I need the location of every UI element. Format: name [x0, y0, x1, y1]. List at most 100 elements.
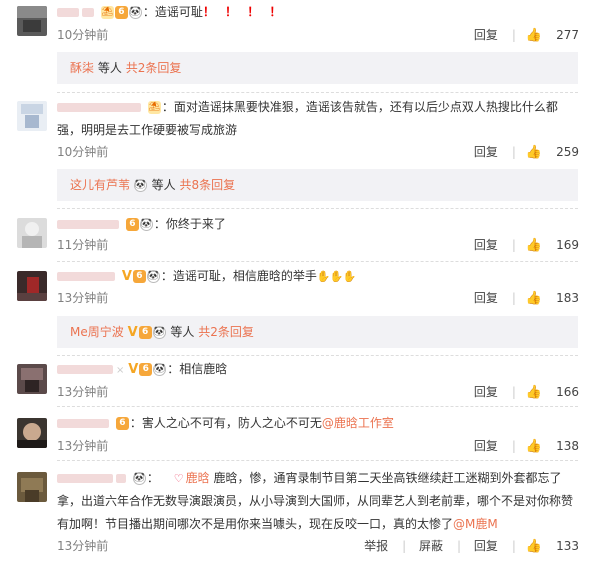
diamond-icon: ♡ — [173, 472, 184, 485]
divider — [57, 355, 578, 356]
vip-icon: 6 — [139, 363, 153, 376]
reply-button[interactable]: 回复 — [474, 238, 498, 252]
vip-icon: 6 — [115, 417, 129, 430]
raise-hand-emoji-icon: ✋ — [342, 270, 357, 283]
timestamp: 13分钟前 — [57, 439, 109, 453]
avatar[interactable] — [17, 6, 47, 36]
vip-icon: 6 — [132, 270, 146, 283]
like-icon[interactable]: 👍 — [526, 385, 542, 401]
username-extra[interactable] — [82, 8, 94, 17]
avatar[interactable] — [17, 218, 47, 248]
like-icon[interactable]: 👍 — [526, 145, 542, 161]
timestamp: 11分钟前 — [57, 238, 109, 252]
panda-icon: 🐼 — [152, 326, 166, 339]
divider: | — [511, 439, 516, 453]
comment-text: 害人之心不可有，防人之心不可无 — [141, 416, 322, 430]
reply-button[interactable]: 回复 — [474, 385, 498, 399]
like-icon[interactable]: 👍 — [526, 28, 542, 44]
reply-button[interactable]: 回复 — [474, 28, 498, 42]
username-extra[interactable] — [116, 474, 126, 483]
username[interactable] — [57, 220, 119, 229]
report-button[interactable]: 举报 — [364, 539, 388, 553]
username[interactable] — [57, 365, 113, 374]
vip-icon: 6 — [138, 326, 152, 339]
raise-hand-emoji-icon: ✋ — [316, 270, 331, 283]
sub-reply-user[interactable]: 酥柒 — [70, 61, 94, 75]
like-count: 138 — [556, 439, 579, 453]
avatar[interactable] — [17, 101, 47, 131]
username[interactable] — [57, 272, 115, 281]
divider: | — [511, 539, 516, 553]
like-count: 259 — [556, 145, 579, 159]
comment-text: 造谣可耻，相信鹿晗的举手 — [172, 269, 317, 283]
panda-icon: 🐼 — [133, 179, 147, 192]
reply-button[interactable]: 回复 — [474, 439, 498, 453]
timestamp: 13分钟前 — [57, 291, 109, 305]
mention-link[interactable]: @鹿晗工作室 — [322, 416, 394, 430]
like-icon[interactable]: 👍 — [526, 539, 542, 555]
panda-icon: 🐼 — [132, 472, 146, 485]
block-button[interactable]: 屏蔽 — [419, 539, 443, 553]
vip-icon: 6 — [125, 218, 139, 231]
comment-text: 鹿晗，惨，通宵录制节目第二天坐高铁继续赶工迷糊到外套都忘了 — [213, 471, 562, 485]
sub-replies-box[interactable]: 酥柒 等人 共2条回复 — [57, 52, 578, 84]
avatar[interactable] — [17, 472, 47, 502]
exclamation-mark: ！ ！ ！ ！ — [202, 5, 285, 19]
comment-text: 你终于来了 — [165, 217, 226, 231]
divider: | — [511, 385, 516, 399]
like-count: 277 — [556, 28, 579, 42]
comment-text: 面对造谣抹黑要快准狠，造谣该告就告，还有以后少点双人热搜比什么都 — [173, 100, 558, 114]
raise-hand-emoji-icon: ✋ — [329, 270, 344, 283]
sub-reply-count[interactable]: 共2条回复 — [126, 61, 182, 75]
divider: | — [511, 28, 516, 42]
username[interactable] — [57, 474, 113, 483]
like-count: 169 — [556, 238, 579, 252]
avatar[interactable] — [17, 271, 47, 301]
timestamp: 10分钟前 — [57, 28, 109, 42]
comment-text: 造谣可耻 — [154, 5, 203, 19]
divider — [57, 208, 578, 209]
username[interactable] — [57, 103, 141, 112]
sub-reply-user[interactable]: Me周宁波 — [70, 325, 124, 339]
like-icon[interactable]: 👍 — [526, 238, 542, 254]
like-icon[interactable]: 👍 — [526, 291, 542, 307]
comment-text-cont: 有加啊！节目播出期间哪次不是用你来当噱头，现在反咬一口，真的太惨了 — [57, 517, 454, 531]
fan-badge-icon: ⛱ — [100, 6, 114, 19]
sub-replies-box[interactable]: 这儿有芦苇 🐼 等人 共8条回复 — [57, 169, 578, 201]
divider — [57, 92, 578, 93]
username[interactable] — [57, 419, 109, 428]
sub-reply-mid: 等人 — [97, 61, 122, 75]
verified-v-icon: V — [128, 362, 139, 377]
avatar[interactable] — [17, 418, 47, 448]
avatar[interactable] — [17, 364, 47, 394]
reply-button[interactable]: 回复 — [474, 291, 498, 305]
reply-button[interactable]: 回复 — [474, 539, 498, 553]
panda-icon: 🐼 — [153, 363, 167, 376]
divider: | — [456, 539, 462, 553]
divider: | — [402, 539, 407, 553]
like-count: 166 — [556, 385, 579, 399]
topic-tag[interactable]: 鹿晗 — [186, 471, 210, 485]
vip-icon: 6 — [114, 6, 128, 19]
sub-reply-mid: 等人 — [170, 325, 195, 339]
mention-link[interactable]: @M鹿M — [453, 517, 498, 531]
timestamp: 10分钟前 — [57, 145, 109, 159]
timestamp: 13分钟前 — [57, 539, 109, 553]
divider — [57, 406, 578, 407]
comment-text: 相信鹿晗 — [179, 362, 228, 376]
comment-text-cont: 拿，出道六年合作无数导演跟演员，从小导演到大国师，从同辈艺人到老前辈，哪个不是对… — [57, 494, 574, 508]
timestamp: 13分钟前 — [57, 385, 109, 399]
panda-icon: 🐼 — [139, 218, 153, 231]
username[interactable] — [57, 8, 79, 17]
panda-icon: 🐼 — [146, 270, 160, 283]
like-icon[interactable]: 👍 — [526, 439, 542, 455]
sub-reply-count[interactable]: 共2条回复 — [198, 325, 254, 339]
reply-button[interactable]: 回复 — [474, 145, 498, 159]
divider: | — [511, 238, 516, 252]
sub-reply-mid: 等人 — [151, 178, 176, 192]
sub-replies-box[interactable]: Me周宁波 V 6 🐼 等人 共2条回复 — [57, 316, 578, 348]
sub-reply-count[interactable]: 共8条回复 — [180, 178, 236, 192]
sub-reply-user[interactable]: 这儿有芦苇 — [70, 178, 130, 192]
divider: | — [511, 291, 516, 305]
panda-icon: 🐼 — [128, 6, 142, 19]
